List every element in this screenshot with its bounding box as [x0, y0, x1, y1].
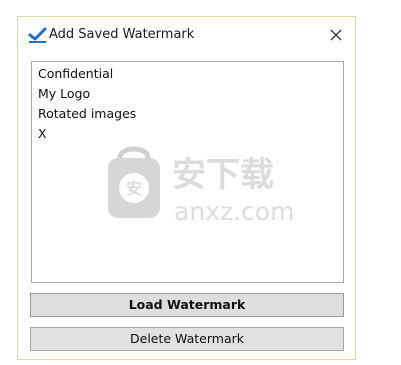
window-title: Add Saved Watermark — [49, 27, 195, 42]
list-item[interactable]: My Logo — [32, 84, 343, 104]
close-icon[interactable] — [325, 24, 347, 46]
watermark-main-text: 安下载 — [172, 155, 274, 195]
list-item[interactable]: Confidential — [32, 64, 343, 84]
watermark-check-icon — [28, 26, 48, 44]
watermark-sub-text: anxz.com — [174, 197, 294, 226]
site-watermark: 安 安下载 anxz.com — [108, 146, 294, 226]
list-item[interactable]: X — [32, 124, 343, 144]
delete-watermark-button[interactable]: Delete Watermark — [30, 327, 344, 351]
watermark-badge: 安 — [126, 179, 142, 198]
watermark-list[interactable]: Confidential My Logo Rotated images X 安 … — [31, 61, 344, 283]
dialog-window: Add Saved Watermark Confidential My Logo… — [17, 16, 356, 360]
title-bar: Add Saved Watermark — [18, 17, 355, 53]
list-item[interactable]: Rotated images — [32, 104, 343, 124]
load-watermark-button[interactable]: Load Watermark — [30, 293, 344, 317]
